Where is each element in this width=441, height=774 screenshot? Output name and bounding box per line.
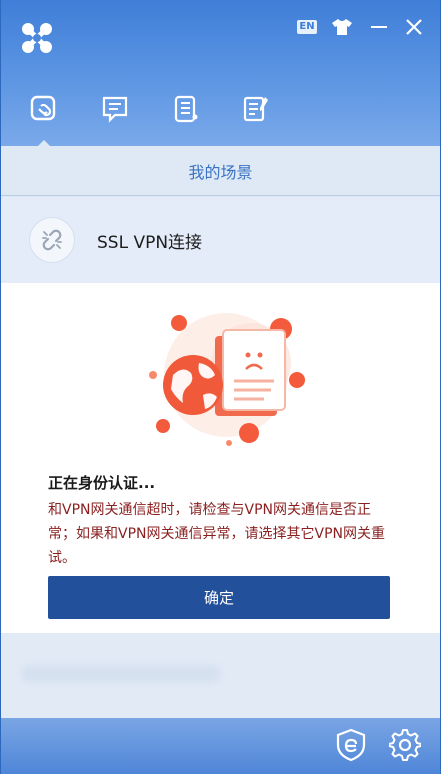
auth-dialog: 正在身份认证... 和VPN网关通信超时，请检查与VPN网关通信是否正常；如果和… <box>1 283 440 633</box>
globe-document-error-illustration <box>131 303 311 448</box>
background-panel <box>1 633 440 718</box>
confirm-button[interactable]: 确定 <box>48 576 390 619</box>
ssl-vpn-label: SSL VPN连接 <box>97 232 203 253</box>
footer-bar <box>1 718 440 774</box>
shield-e-icon[interactable] <box>333 727 369 763</box>
nav-notes-edit-icon[interactable] <box>239 92 273 126</box>
nav-list-doc-icon[interactable] <box>169 92 203 126</box>
broken-link-icon <box>29 217 75 263</box>
app-window: EN 我的场景 SSL VPN连接 正在身份认证... 和VPN网关通信超时，请… <box>0 0 441 774</box>
nav-scene-link-icon[interactable] <box>27 92 61 126</box>
app-logo-icon <box>19 20 55 56</box>
language-toggle-button[interactable]: EN <box>294 14 320 40</box>
language-badge: EN <box>297 20 317 34</box>
nav-message-icon[interactable] <box>98 92 132 126</box>
blurred-background-item <box>21 665 221 683</box>
scene-title: 我的场景 <box>188 162 253 182</box>
header: EN <box>1 0 440 147</box>
ssl-vpn-connection-item[interactable]: SSL VPN连接 <box>1 197 440 283</box>
close-button[interactable] <box>401 14 427 40</box>
minimize-button[interactable] <box>366 14 392 40</box>
timeout-error-message: 和VPN网关通信超时，请检查与VPN网关通信是否正常；如果和VPN网关通信异常，… <box>48 502 385 566</box>
skin-shirt-icon[interactable] <box>329 14 355 40</box>
auth-status-title: 正在身份认证... <box>48 474 156 492</box>
gear-icon[interactable] <box>387 727 423 763</box>
scene-tab[interactable]: 我的场景 <box>1 146 440 196</box>
